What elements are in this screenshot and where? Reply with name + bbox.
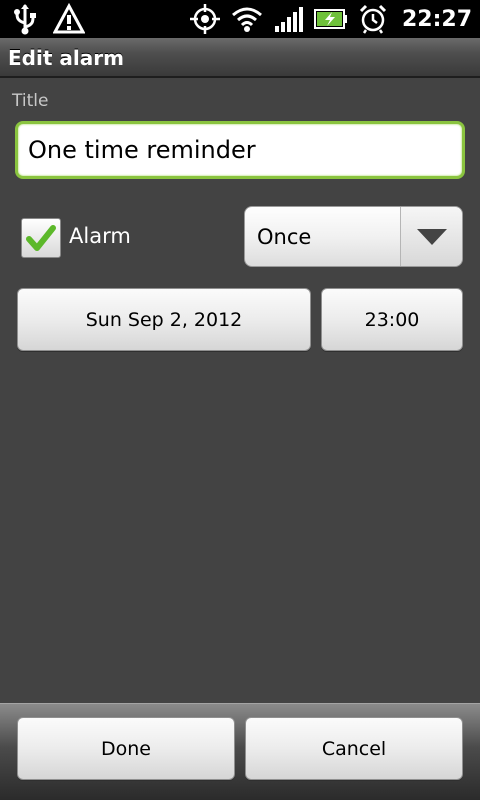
signal-icon	[272, 2, 306, 36]
date-button[interactable]: Sun Sep 2, 2012	[17, 288, 311, 351]
alarm-checkbox[interactable]	[21, 218, 61, 258]
gps-icon	[188, 2, 222, 36]
status-clock: 22:27	[401, 6, 472, 32]
chevron-down-icon	[416, 228, 447, 245]
wifi-icon	[230, 2, 264, 36]
battery-icon	[313, 2, 348, 36]
alarm-clock-icon	[356, 2, 390, 36]
page-title: Edit alarm	[8, 46, 124, 70]
cancel-button[interactable]: Cancel	[245, 717, 463, 780]
usb-icon	[8, 2, 42, 36]
spinner-arrow-button[interactable]	[400, 207, 462, 266]
status-right-icons: 22:27	[188, 0, 472, 38]
warning-icon	[52, 2, 86, 36]
status-bar: 22:27	[0, 0, 480, 38]
status-left-icons	[8, 2, 86, 36]
repeat-spinner[interactable]: Once	[244, 206, 463, 267]
title-input[interactable]	[15, 121, 465, 179]
title-field-label: Title	[12, 91, 49, 111]
done-button[interactable]: Done	[17, 717, 235, 780]
title-bar: Edit alarm	[0, 38, 480, 78]
repeat-spinner-value: Once	[257, 225, 312, 249]
checkmark-icon	[26, 225, 56, 251]
time-button[interactable]: 23:00	[321, 288, 463, 351]
alarm-label[interactable]: Alarm	[69, 224, 131, 248]
